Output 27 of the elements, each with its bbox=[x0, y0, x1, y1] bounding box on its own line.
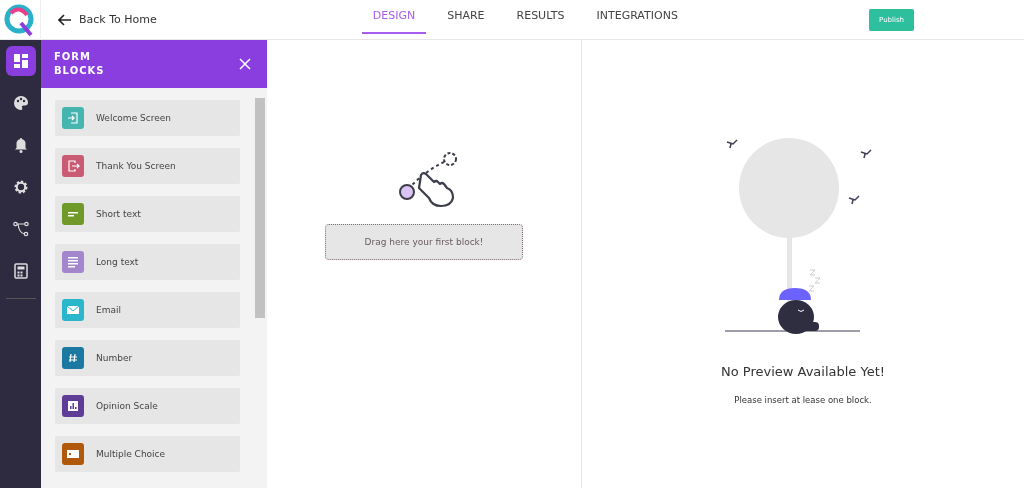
block-card[interactable]: Welcome Screen bbox=[55, 100, 240, 136]
back-arrow-icon bbox=[58, 13, 72, 26]
preview-title: No Preview Available Yet! bbox=[720, 364, 885, 379]
block-card[interactable]: Long text bbox=[55, 244, 240, 280]
settings-icon bbox=[12, 179, 29, 195]
nav-tab[interactable]: RESULTS bbox=[505, 0, 576, 34]
nav-tab[interactable]: INTEGRATIONS bbox=[585, 0, 689, 34]
bell-icon bbox=[12, 137, 29, 153]
palette-icon bbox=[12, 95, 29, 111]
preview-message: Please insert at lease one block. bbox=[734, 395, 872, 405]
dashboard-icon bbox=[12, 53, 29, 69]
branch-icon bbox=[12, 221, 29, 237]
block-card[interactable]: Email bbox=[55, 292, 240, 328]
rail-blocks-button[interactable] bbox=[5, 46, 36, 76]
block-card[interactable]: Short text bbox=[55, 196, 240, 232]
nav-tab[interactable]: SHARE bbox=[436, 0, 496, 34]
block-card[interactable]: Number bbox=[55, 340, 240, 376]
scrollbar-thumb[interactable] bbox=[255, 98, 265, 318]
block-card[interactable]: Thank You Screen bbox=[55, 148, 240, 184]
drop-zone[interactable]: Drag here your first block! bbox=[325, 224, 523, 260]
calculator-icon bbox=[12, 263, 29, 279]
panel-title: FORM BLOCKS bbox=[54, 50, 106, 78]
close-icon[interactable] bbox=[239, 58, 251, 70]
back-link[interactable]: Back To Home bbox=[58, 13, 157, 26]
block-card[interactable]: Opinion Scale bbox=[55, 388, 240, 424]
block-card[interactable]: Multiple Choice bbox=[55, 436, 240, 472]
nav-tab[interactable]: DESIGN bbox=[361, 0, 427, 34]
